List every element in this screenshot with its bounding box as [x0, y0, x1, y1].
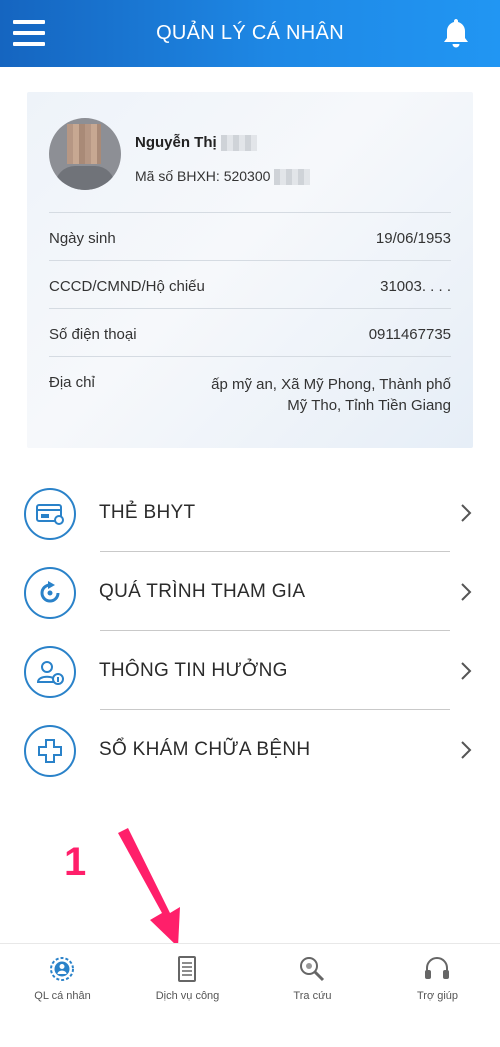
- nav-help[interactable]: Trợ giúp: [375, 944, 500, 1024]
- nav-label: Tra cứu: [293, 990, 332, 1002]
- menu-label: QUÁ TRÌNH THAM GIA: [99, 581, 306, 602]
- bottom-nav: QL cá nhân Dịch vụ công Tra cứu Trợ giúp: [0, 943, 500, 1047]
- nav-personal[interactable]: QL cá nhân: [0, 944, 125, 1024]
- menu-item-benefit-info[interactable]: THÔNG TIN HƯỞNG: [24, 639, 474, 709]
- profile-name: Nguyễn Thị: [135, 134, 257, 152]
- chevron-right-icon: [461, 741, 472, 759]
- phone-value: 0911467735: [368, 326, 451, 343]
- chevron-right-icon: [461, 504, 472, 522]
- app-header: QUẢN LÝ CÁ NHÂN: [0, 0, 500, 67]
- personal-icon: [50, 957, 74, 981]
- menu-button[interactable]: [13, 20, 45, 46]
- card-icon: [24, 488, 76, 540]
- bell-icon[interactable]: [442, 17, 470, 49]
- birthdate-label: Ngày sinh: [49, 230, 116, 247]
- nav-public-services[interactable]: Dịch vụ công: [125, 944, 250, 1024]
- headset-icon: [425, 957, 449, 979]
- address-label: Địa chỉ: [49, 374, 95, 391]
- birthdate-value: 19/06/1953: [375, 230, 451, 247]
- menu-label: THÔNG TIN HƯỞNG: [99, 660, 288, 681]
- divider: [49, 356, 451, 357]
- nav-label: QL cá nhân: [34, 990, 91, 1002]
- page-title: QUẢN LÝ CÁ NHÂN: [156, 22, 344, 44]
- annotation-number: 1: [64, 840, 87, 884]
- divider: [49, 308, 451, 309]
- divider: [100, 630, 450, 631]
- menu-label: THẺ BHYT: [99, 502, 196, 523]
- user-info-icon: [24, 646, 76, 698]
- menu-item-participation-history[interactable]: QUÁ TRÌNH THAM GIA: [24, 560, 474, 630]
- search-icon: [300, 957, 325, 982]
- menu-label: SỔ KHÁM CHỮA BỆNH: [99, 739, 311, 760]
- nav-label: Dịch vụ công: [155, 990, 220, 1002]
- id-label: CCCD/CMND/Hộ chiếu: [49, 278, 205, 295]
- menu-item-bhyt-card[interactable]: THẺ BHYT: [24, 481, 474, 551]
- annotation-arrow-icon: [118, 828, 180, 947]
- address-value: ấp mỹ an, Xã Mỹ Phong, Thành phố Mỹ Tho,…: [211, 376, 451, 414]
- divider: [100, 551, 450, 552]
- bhxh-number: Mã số BHXH: 520300: [135, 168, 311, 186]
- nav-label: Trợ giúp: [416, 990, 459, 1002]
- nav-lookup[interactable]: Tra cứu: [250, 944, 375, 1024]
- medical-cross-icon: [24, 725, 76, 777]
- divider: [49, 212, 451, 213]
- profile-card: Nguyễn Thị Mã số BHXH: 520300 Ngày sinh …: [27, 92, 473, 448]
- menu-item-medical-book[interactable]: SỔ KHÁM CHỮA BỆNH: [24, 718, 474, 788]
- avatar: [49, 118, 121, 190]
- chevron-right-icon: [461, 662, 472, 680]
- id-value: 31003. . . .: [380, 278, 451, 295]
- document-icon: [178, 956, 196, 982]
- divider: [49, 260, 451, 261]
- phone-label: Số điện thoại: [49, 326, 137, 343]
- divider: [100, 709, 450, 710]
- history-icon: [24, 567, 76, 619]
- chevron-right-icon: [461, 583, 472, 601]
